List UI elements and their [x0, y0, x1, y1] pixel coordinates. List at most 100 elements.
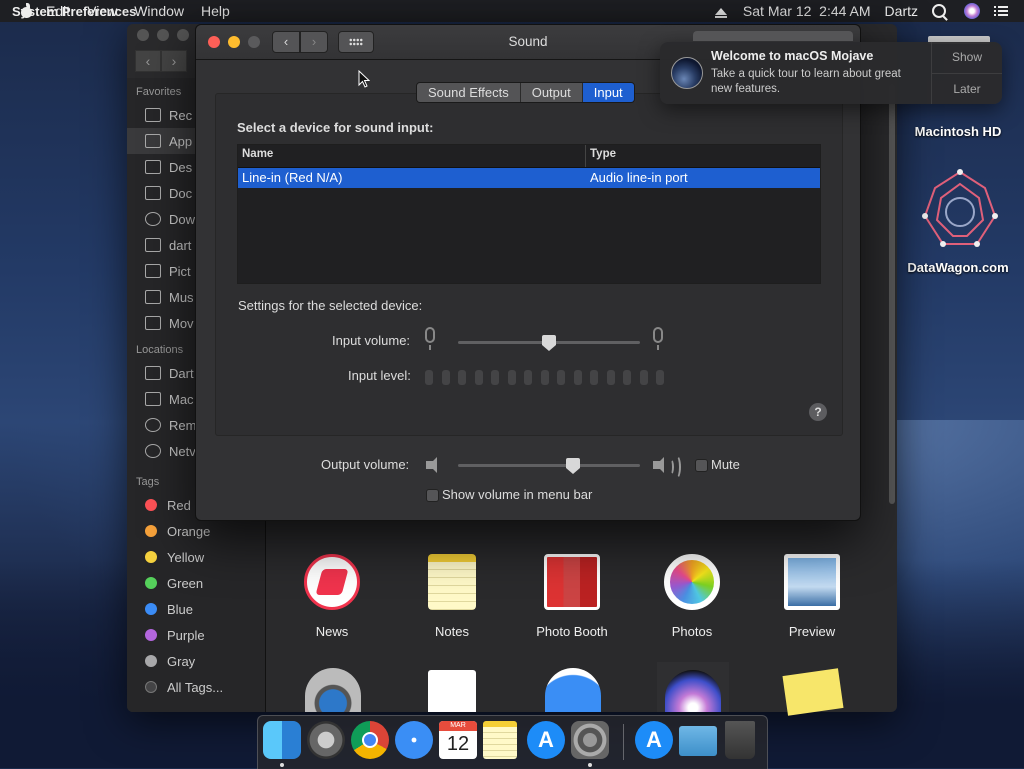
spotlight-search-icon[interactable]: [932, 4, 946, 18]
siri-icon[interactable]: [964, 3, 980, 19]
help-button[interactable]: ?: [809, 403, 827, 421]
calendar-month: MAR: [439, 721, 477, 731]
notification-later-button[interactable]: Later: [932, 74, 1002, 105]
news-icon: [304, 554, 360, 610]
tag-label: Green: [167, 575, 204, 591]
movies-icon: [145, 316, 161, 330]
output-volume-slider[interactable]: [458, 464, 640, 467]
app-notes[interactable]: Notes: [402, 554, 502, 639]
applications-icon: [145, 134, 161, 148]
dock-notes-icon[interactable]: [483, 721, 517, 759]
tag-label: Purple: [167, 627, 205, 643]
menu-bar: System Preferences Edit View Window Help…: [0, 0, 1024, 22]
dock-calendar-icon[interactable]: MAR 12: [439, 721, 477, 759]
sidebar-tag-green[interactable]: Green: [127, 570, 265, 596]
dock-safari-icon[interactable]: [395, 721, 433, 759]
output-volume-thumb[interactable]: [565, 458, 580, 474]
eject-icon[interactable]: [714, 7, 727, 18]
finder-scrollbar[interactable]: [889, 84, 895, 504]
tag-color-dot-icon: [145, 603, 157, 615]
device-name-cell: Line-in (Red N/A): [242, 170, 343, 185]
menu-window[interactable]: Window: [134, 3, 184, 19]
finder-nav-buttons[interactable]: ‹ ›: [135, 50, 187, 72]
settings-label: Settings for the selected device:: [238, 298, 423, 313]
sidebar-tag-gray[interactable]: Gray: [127, 648, 265, 674]
column-name[interactable]: Name: [238, 145, 586, 167]
dock-finder-icon[interactable]: [263, 721, 301, 759]
dock-indicator-system-preferences: [588, 763, 592, 767]
home-icon: [145, 238, 161, 252]
sidebar-tag-yellow[interactable]: Yellow: [127, 544, 265, 570]
input-volume-label: Input volume:: [332, 333, 411, 348]
preview-icon: [784, 554, 840, 610]
device-type-cell: Audio line-in port: [590, 170, 688, 185]
stickies-icon[interactable]: [782, 668, 844, 716]
show-volume-checkbox[interactable]: [426, 489, 439, 502]
dock-downloads-folder-icon[interactable]: [679, 726, 717, 756]
notification-show-button[interactable]: Show: [932, 42, 1002, 74]
mute-label: Mute: [711, 457, 740, 472]
photos-icon: [664, 554, 720, 610]
mute-checkbox[interactable]: [695, 459, 708, 472]
menu-help[interactable]: Help: [201, 3, 230, 19]
desktop-label-macintosh-hd[interactable]: Macintosh HD: [898, 124, 1018, 139]
sidebar-tag-orange[interactable]: Orange: [127, 518, 265, 544]
tag-label: Blue: [167, 601, 194, 617]
tag-color-dot-icon: [145, 499, 157, 511]
input-level-label: Input level:: [348, 368, 411, 383]
dock: MAR 12 A A: [257, 715, 768, 769]
desktop-label-datawagon[interactable]: DataWagon.com: [898, 260, 1018, 275]
tag-label: All Tags...: [167, 679, 224, 695]
input-volume-thumb[interactable]: [542, 335, 556, 351]
tag-color-dot-icon: [145, 525, 157, 537]
sidebar-tag-alltags[interactable]: All Tags...: [127, 674, 265, 700]
app-photos[interactable]: Photos: [642, 554, 742, 639]
mojave-icon: [671, 57, 703, 89]
recents-icon: [145, 108, 161, 122]
tag-label: Gray: [167, 653, 196, 669]
disc-icon: [145, 418, 161, 432]
pictures-icon: [145, 264, 161, 278]
speaker-low-icon: [426, 457, 437, 473]
search-field-partial[interactable]: [693, 31, 853, 41]
documents-icon: [145, 186, 161, 200]
tag-label: Orange: [167, 523, 211, 539]
dock-system-preferences-icon[interactable]: [571, 721, 609, 759]
dock-app-store-folder-icon[interactable]: A: [635, 721, 673, 759]
menu-app-name[interactable]: System Preferences: [12, 4, 136, 19]
mouse-cursor-icon: [358, 70, 370, 88]
siri-app-icon[interactable]: [657, 662, 729, 712]
column-type[interactable]: Type: [586, 145, 620, 167]
downloads-icon: [145, 212, 161, 226]
menu-clock[interactable]: Sat Mar 12 2:44 AM: [743, 3, 871, 19]
reminders-icon[interactable]: [428, 670, 476, 712]
disk-icon: [145, 392, 161, 406]
dock-separator: [623, 724, 624, 760]
dock-launchpad-icon[interactable]: [307, 721, 345, 759]
input-level-meter: [425, 370, 664, 385]
app-photo-booth[interactable]: Photo Booth: [522, 554, 622, 639]
finder-traffic-lights: [137, 29, 189, 41]
select-device-label: Select a device for sound input:: [237, 120, 434, 135]
table-header: Name Type: [238, 145, 820, 168]
table-row[interactable]: Line-in (Red N/A) Audio line-in port: [238, 168, 820, 188]
computer-icon: [145, 366, 161, 380]
notification-center-icon[interactable]: [994, 6, 1008, 16]
dock-app-store-icon[interactable]: A: [527, 721, 565, 759]
sidebar-tag-blue[interactable]: Blue: [127, 596, 265, 622]
tab-sound-effects[interactable]: Sound Effects: [417, 83, 521, 102]
menu-user[interactable]: Dartz: [885, 3, 918, 19]
welcome-notification[interactable]: Welcome to macOS Mojave Take a quick tou…: [660, 42, 1002, 104]
notification-body: Take a quick tour to learn about great n…: [711, 68, 901, 95]
sound-tabs: Sound Effects Output Input: [416, 82, 635, 103]
dock-chrome-icon[interactable]: [351, 721, 389, 759]
app-preview[interactable]: Preview: [762, 554, 862, 639]
tab-output[interactable]: Output: [520, 83, 583, 102]
dock-trash-icon[interactable]: [725, 721, 755, 759]
tab-input[interactable]: Input: [582, 83, 634, 102]
app-news[interactable]: News: [282, 554, 382, 639]
datawagon-logo-icon[interactable]: [915, 168, 1005, 252]
sidebar-tag-purple[interactable]: Purple: [127, 622, 265, 648]
calendar-day: 12: [446, 733, 470, 755]
tag-label: Yellow: [167, 549, 205, 565]
